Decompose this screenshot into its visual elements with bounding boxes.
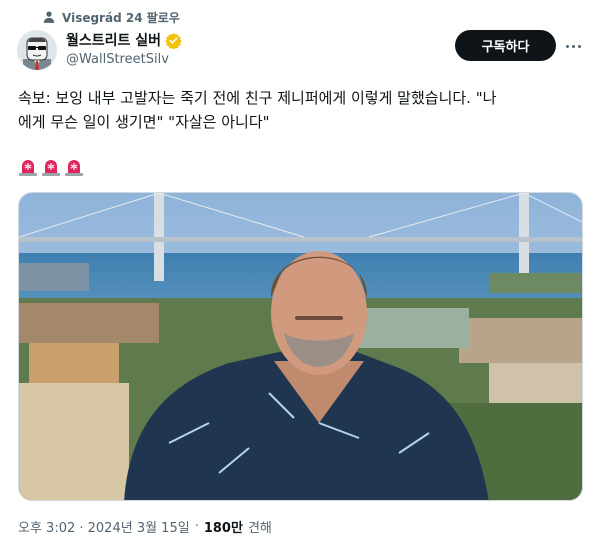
verified-badge-icon [165,32,182,49]
tweet-text: 속보: 보잉 내부 고발자는 죽기 전에 친구 제니퍼에게 이렇게 말했습니다.… [18,86,584,134]
tweet-text-line-2: 에게 무슨 일이 생기면" "자살은 아니다" [18,113,270,131]
video-frame [19,193,582,500]
meta-separator: · [194,518,199,534]
tweet-text-line-1: 속보: 보잉 내부 고발자는 죽기 전에 친구 제니퍼에게 이렇게 말했습니다.… [18,89,497,107]
more-icon[interactable] [562,36,584,56]
author-name-row[interactable]: 월스트리트 실버 [66,30,182,50]
tweet-meta: 오후 3:02 · 2024년 3월 15일 · 180만 견해 [18,517,272,536]
police-car-light-icon [65,160,83,176]
video-thumbnail[interactable] [18,192,583,501]
social-context-text: Visegrád 24 팔로우 [62,10,180,25]
tweet-timestamp[interactable]: 오후 3:02 · 2024년 3월 15일 [18,517,190,536]
views-label: 견해 [247,520,272,536]
author-display-name[interactable]: 월스트리트 실버 [66,30,161,50]
person-icon [43,11,55,23]
emoji-row [18,157,84,179]
views-count: 180만 [203,520,243,536]
avatar-image [17,30,57,70]
subscribe-button[interactable]: 구독하다 [455,30,556,61]
avatar[interactable] [17,30,57,70]
police-car-light-icon [42,160,60,176]
social-context[interactable]: Visegrád 24 팔로우 [42,8,180,26]
police-car-light-icon [19,160,37,176]
author-handle[interactable]: @WallStreetSilv [66,52,169,67]
